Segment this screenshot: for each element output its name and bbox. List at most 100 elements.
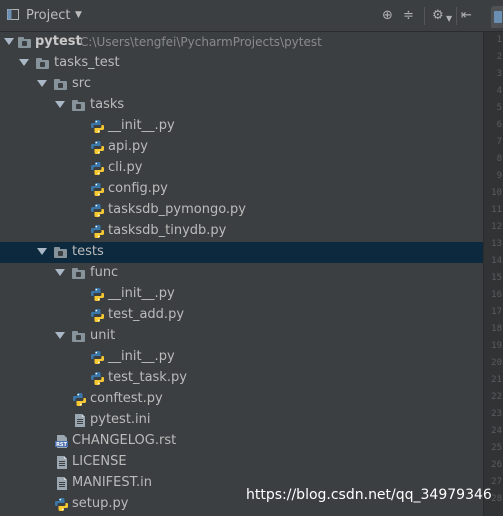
expand-arrow-icon[interactable]	[55, 101, 65, 108]
expand-arrow-icon[interactable]	[4, 38, 14, 45]
root-folder-label: pytest	[35, 34, 82, 49]
tree-node-root[interactable]: pytest C:\Users\tengfei\PycharmProjects\…	[0, 32, 483, 53]
expand-arrow-icon[interactable]	[19, 59, 29, 66]
file-label: pytest.ini	[90, 412, 151, 427]
file-label: test_add.py	[108, 307, 185, 322]
file-label: __init__.py	[108, 286, 175, 301]
file-label: CHANGELOG.rst	[72, 433, 177, 448]
tree-node-tasks-test[interactable]: tasks_test	[0, 53, 483, 74]
line-number: 10	[491, 188, 502, 198]
python-file-icon	[90, 182, 105, 197]
tree-file[interactable]: conftest.py	[0, 389, 483, 410]
settings-caret-icon[interactable]: ▼	[446, 11, 452, 27]
line-number: 19	[491, 341, 502, 351]
line-number: 26	[491, 460, 502, 470]
folder-icon	[72, 331, 85, 342]
root-folder-path: C:\Users\tengfei\PycharmProjects\pytest	[80, 35, 322, 49]
tree-file[interactable]: cli.py	[0, 158, 483, 179]
line-number: 12	[491, 222, 502, 232]
python-file-icon	[90, 119, 105, 134]
expand-arrow-icon[interactable]	[55, 269, 65, 276]
folder-label: tasks	[90, 97, 125, 112]
tree-node-func[interactable]: func	[0, 263, 483, 284]
expand-arrow-icon[interactable]	[37, 80, 47, 87]
line-number: 24	[491, 426, 502, 436]
file-label: setup.py	[72, 496, 129, 511]
line-number: 7	[496, 137, 502, 147]
python-file-icon	[90, 224, 105, 239]
line-number: 27	[491, 477, 502, 487]
file-label: api.py	[108, 139, 148, 154]
tree-file[interactable]: api.py	[0, 137, 483, 158]
tree-file[interactable]: LICENSE	[0, 452, 483, 473]
project-icon	[7, 9, 19, 20]
tree-node-tests[interactable]: tests	[0, 242, 483, 263]
tree-file[interactable]: tasksdb_tinydb.py	[0, 221, 483, 242]
python-file-icon	[90, 287, 105, 302]
python-file-icon	[72, 392, 87, 407]
tree-node-unit[interactable]: unit	[0, 326, 483, 347]
python-file-icon	[90, 203, 105, 218]
tree-file[interactable]: config.py	[0, 179, 483, 200]
python-file-icon	[90, 308, 105, 323]
caret-down-icon[interactable]: ▼	[75, 10, 82, 20]
tree-file[interactable]: RST CHANGELOG.rst	[0, 431, 483, 452]
folder-label: src	[72, 76, 91, 91]
text-file-icon	[57, 477, 67, 490]
svg-text:RST: RST	[56, 442, 67, 448]
tree-file[interactable]: __init__.py	[0, 347, 483, 368]
folder-icon	[18, 37, 31, 48]
line-number: 25	[491, 443, 502, 453]
expand-arrow-icon[interactable]	[37, 248, 47, 255]
file-label: tasksdb_pymongo.py	[108, 202, 246, 217]
tree-node-src[interactable]: src	[0, 74, 483, 95]
line-number: 4	[496, 86, 502, 96]
line-number: 2	[496, 52, 502, 62]
project-panel-header: Project ▼ ⊕ ≑ ⚙ ▼ ⇤	[0, 0, 483, 32]
tree-file[interactable]: __init__.py	[0, 116, 483, 137]
project-tree[interactable]: pytest C:\Users\tengfei\PycharmProjects\…	[0, 32, 483, 516]
line-number: 21	[491, 375, 502, 385]
file-label: test_task.py	[108, 370, 187, 385]
file-label: cli.py	[108, 160, 143, 175]
hide-icon[interactable]: ⇤	[461, 8, 472, 24]
folder-label: tests	[72, 244, 104, 259]
line-number: 17	[491, 307, 502, 317]
toolbar-divider	[456, 7, 457, 25]
line-number: 6	[496, 120, 502, 130]
text-file-icon	[57, 456, 67, 469]
locate-icon[interactable]: ⊕	[382, 8, 393, 24]
tree-node-tasks[interactable]: tasks	[0, 95, 483, 116]
line-number-gutter: 1 2 3 4 5 6 7 8 9 10 11 12 13 14 15 16 17 18 19 20 21 22 23 24 2…	[483, 32, 503, 516]
folder-label: func	[90, 265, 119, 280]
python-file-icon	[90, 140, 105, 155]
tree-file[interactable]: tasksdb_pymongo.py	[0, 200, 483, 221]
python-file-icon	[90, 371, 105, 386]
tree-file[interactable]: test_add.py	[0, 305, 483, 326]
line-number: 20	[491, 358, 502, 368]
watermark-text: https://blog.csdn.net/qq_34979346	[246, 487, 492, 503]
expand-arrow-icon[interactable]	[55, 332, 65, 339]
file-label: LICENSE	[72, 454, 127, 469]
collapse-all-icon[interactable]: ≑	[403, 8, 414, 24]
file-label: MANIFEST.in	[72, 475, 152, 490]
tree-file[interactable]: test_task.py	[0, 368, 483, 389]
project-view-selector[interactable]: Project	[26, 8, 70, 23]
tree-file[interactable]: __init__.py	[0, 284, 483, 305]
folder-label: tasks_test	[54, 55, 120, 70]
line-number: 3	[496, 69, 502, 79]
toolbar-divider	[424, 7, 425, 25]
line-number: 15	[491, 273, 502, 283]
ini-file-icon	[75, 414, 85, 427]
line-number: 23	[491, 409, 502, 419]
line-number: 16	[491, 290, 502, 300]
python-file-icon	[90, 161, 105, 176]
file-label: config.py	[108, 181, 168, 196]
python-file-icon	[494, 11, 502, 23]
python-file-icon	[90, 350, 105, 365]
tree-file[interactable]: pytest.ini	[0, 410, 483, 431]
line-number: 5	[496, 103, 502, 113]
line-number: 14	[491, 256, 502, 266]
settings-icon[interactable]: ⚙	[432, 8, 444, 24]
line-number: 8	[496, 154, 502, 164]
